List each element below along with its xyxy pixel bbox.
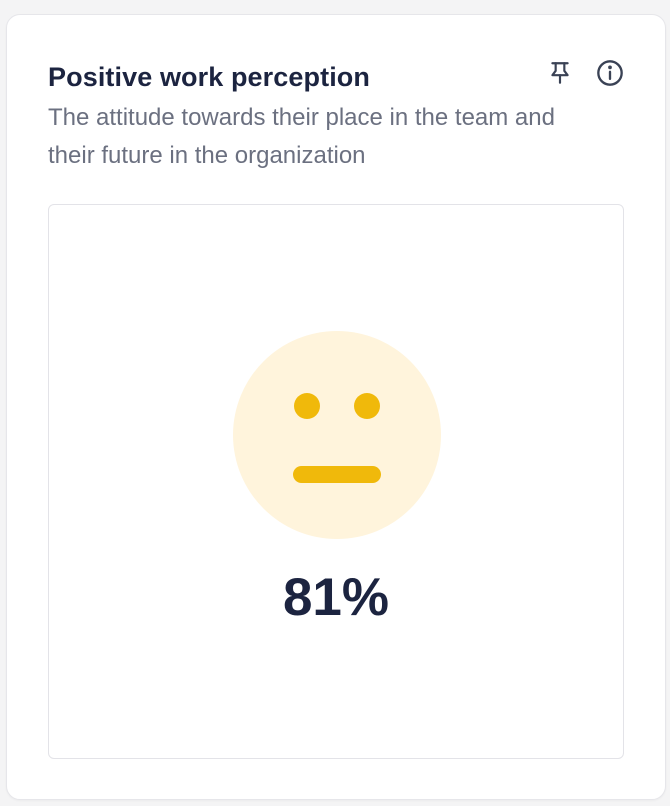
metric-value: 81% bbox=[282, 568, 390, 627]
pin-button[interactable] bbox=[544, 57, 576, 89]
info-icon bbox=[596, 59, 624, 87]
neutral-face-icon bbox=[233, 331, 441, 539]
metric-card: Positive work perception The attitude to… bbox=[6, 14, 666, 800]
metric-panel: 81% bbox=[48, 204, 624, 759]
card-title: Positive work perception bbox=[48, 62, 370, 92]
card-subtitle: The attitude towards their place in the … bbox=[48, 104, 555, 169]
pin-icon bbox=[547, 60, 573, 86]
info-button[interactable] bbox=[594, 57, 626, 89]
